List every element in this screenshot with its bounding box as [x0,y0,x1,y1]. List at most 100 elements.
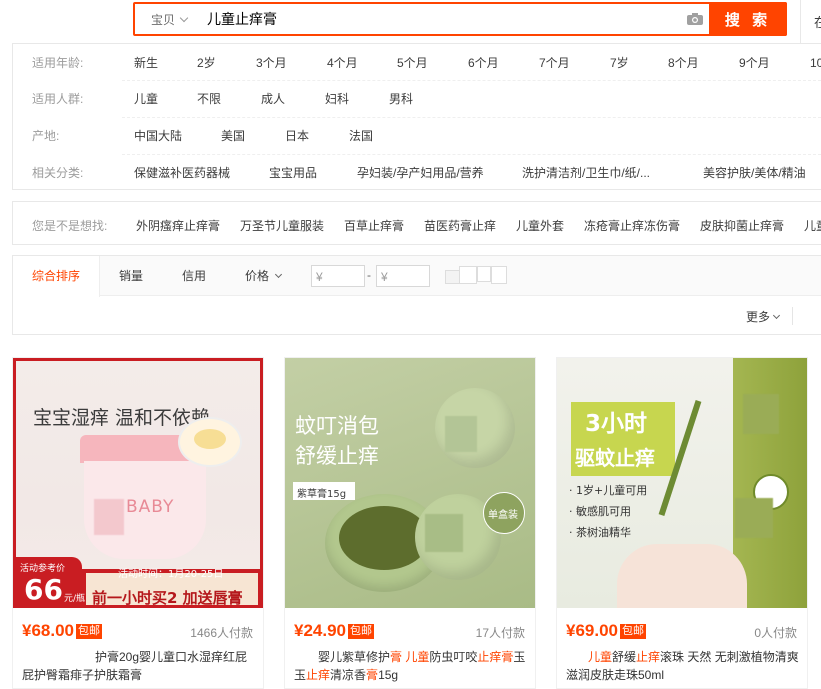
filter-option[interactable]: 中国大陆 [134,127,182,144]
price-range-dash: - [367,268,371,282]
search-category-select[interactable]: 宝贝 [135,4,203,34]
filter-option[interactable]: 5个月 [397,54,428,71]
filter-option[interactable]: 洗护清洁剂/卫生巾/纸/... [522,164,650,181]
promo-price: 66 [24,573,63,606]
suggestion-link[interactable]: 儿童外套 [516,217,564,234]
promo-line: 前一小时买2 加送唇膏 [92,589,243,607]
filter-row-origin: 产地: 中国大陆 美国 日本 法国 [13,117,821,154]
sort-bar: 综合排序 销量 信用 价格 ¥ - ¥ 更多 [12,255,821,335]
product-title[interactable]: 儿童舒缓止痒滚珠 天然 无刺激植物清爽滋润皮肤走珠50ml [566,648,800,684]
filter-option[interactable]: 妇科 [325,90,349,107]
product-image[interactable]: 3小时 驱蚊止痒 · 1岁+儿童可用 · 敏感肌可用 · 茶树油精华 [557,358,807,608]
filter-label: 相关分类: [32,166,84,180]
filter-option[interactable]: 不限 [197,90,221,107]
product-image[interactable]: 宝宝湿痒 温和不依赖 BABY 活动参考价 66 元/瓶 活动时间：1月20-2… [13,358,263,608]
filter-option[interactable]: 保健滋补医药器械 [134,164,230,181]
filter-option[interactable]: 宝宝用品 [269,164,317,181]
suggestion-link[interactable]: 冻疮膏止痒冻伤膏 [584,217,680,234]
cream-graphic [194,429,226,449]
suggestion-link[interactable]: 苗医药膏止痒 [424,217,496,234]
filter-panel: 适用年龄: 新生 2岁 3个月 4个月 5个月 6个月 7个月 7岁 8个月 9… [12,44,821,190]
filter-option[interactable]: 儿童 [134,90,158,107]
search-button[interactable]: 搜 索 [709,2,787,36]
suggestion-link[interactable]: 儿童 [804,217,821,234]
product-price: ¥68.00 包邮 [22,621,102,641]
search-input[interactable] [203,4,681,34]
filter-option[interactable]: 9个月 [739,54,770,71]
filter-option[interactable]: 孕妇装/孕产妇用品/营养 [357,164,484,181]
filter-option[interactable]: 美容护肤/美体/精油 [703,164,806,181]
search-header: 宝贝 搜 索 [12,0,821,44]
title-part-highlight: 止痒 [636,650,661,664]
filter-option[interactable]: 美国 [221,127,245,144]
filter-option[interactable]: 10 [810,56,821,70]
more-label: 更多 [746,310,771,324]
view-toggle[interactable] [445,266,507,286]
more-button[interactable]: 更多 [746,308,781,325]
price-max-input[interactable]: ¥ [376,265,430,287]
price-value: ¥24.90 [294,621,346,640]
divider [122,80,821,81]
filter-row-audience: 适用人群: 儿童 不限 成人 妇科 男科 [13,80,821,117]
filter-option[interactable]: 7岁 [610,54,629,71]
filter-option[interactable]: 法国 [349,127,373,144]
title-part: 舒缓 [612,650,637,664]
product-card[interactable]: 蚊叮消包 舒缓止痒 紫草膏15g 单盒装 ¥24.90 包邮 17人付款 婴儿紫草… [284,357,536,689]
feature-bullet: · 茶树油精华 [569,526,631,539]
promo-unit: 元/瓶 [64,594,86,604]
filter-option[interactable]: 日本 [285,127,309,144]
price-value: ¥69.00 [566,621,618,640]
product-image[interactable]: 蚊叮消包 舒缓止痒 紫草膏15g 单盒装 [285,358,535,608]
suggestion-link[interactable]: 外阴瘙痒止痒膏 [136,217,220,234]
suggestion-bar: 您是不是想找: 外阴瘙痒止痒膏 万圣节儿童服装 百草止痒膏 苗医药膏止痒 儿童外… [12,201,821,245]
product-title[interactable]: 婴儿紫草修护膏 儿童防虫叮咬止痒膏玉玉止痒清凉香膏15g [294,648,528,684]
price-min-input[interactable]: ¥ [311,265,365,287]
suggestion-link[interactable]: 皮肤抑菌止痒膏 [700,217,784,234]
product-title[interactable]: 护膏20g婴儿童口水湿痒红屁屁护臀霜痱子护肤霜膏 [22,648,256,684]
filter-row-age: 适用年龄: 新生 2岁 3个月 4个月 5个月 6个月 7个月 7岁 8个月 9… [13,44,821,81]
product-card[interactable]: 3小时 驱蚊止痒 · 1岁+儿童可用 · 敏感肌可用 · 茶树油精华 ¥69.0… [556,357,808,689]
blurred-region [735,498,773,538]
filter-option[interactable]: 2岁 [197,54,216,71]
sort-tab-price-label: 价格 [245,269,270,283]
sort-tab-default[interactable]: 综合排序 [13,256,100,297]
product-price: ¥69.00 包邮 [566,621,646,641]
search-category-label: 宝贝 [150,12,175,27]
free-shipping-badge: 包邮 [348,624,374,639]
search-box: 宝贝 搜 索 [133,2,787,36]
image-headline: 舒缓止痒 [295,444,379,468]
title-part: 清凉香 [330,668,367,682]
filter-option[interactable]: 7个月 [539,54,570,71]
free-shipping-badge: 包邮 [76,624,102,639]
blurred-region [94,499,124,535]
camera-icon[interactable] [681,4,709,34]
filter-label: 适用人群: [32,92,84,106]
title-part-highlight: 止痒 [306,668,331,682]
filter-option[interactable]: 新生 [134,54,158,71]
title-part-highlight: 止痒膏 [477,650,514,664]
suggestion-link[interactable]: 百草止痒膏 [344,217,404,234]
sort-tab-price[interactable]: 价格 [245,256,283,296]
filter-option[interactable]: 男科 [389,90,413,107]
product-card[interactable]: 宝宝湿痒 温和不依赖 BABY 活动参考价 66 元/瓶 活动时间：1月20-2… [12,357,264,689]
title-part-highlight: 膏 [366,668,379,682]
chevron-down-icon [772,311,781,320]
filter-option[interactable]: 6个月 [468,54,499,71]
filter-label: 产地: [32,129,60,143]
sort-tab-sales[interactable]: 销量 [119,256,143,296]
filter-option[interactable]: 8个月 [668,54,699,71]
suggestion-link[interactable]: 万圣节儿童服装 [240,217,324,234]
filter-option[interactable]: 4个月 [327,54,358,71]
filter-option[interactable]: 成人 [261,90,285,107]
chevron-down-icon [275,270,283,279]
divider [122,117,821,118]
title-part-highlight: 膏 儿童 [390,650,430,664]
title-part: 防虫叮咬 [429,650,478,664]
filter-option[interactable]: 3个月 [256,54,287,71]
free-shipping-badge: 包邮 [620,624,646,639]
title-part: 婴儿紫草修护 [318,650,391,664]
baby-graphic [617,544,747,608]
image-tag: 紫草膏15g [297,489,347,500]
sort-tab-credit[interactable]: 信用 [182,256,206,296]
event-time: 活动时间：1月20-25日 [118,569,224,580]
